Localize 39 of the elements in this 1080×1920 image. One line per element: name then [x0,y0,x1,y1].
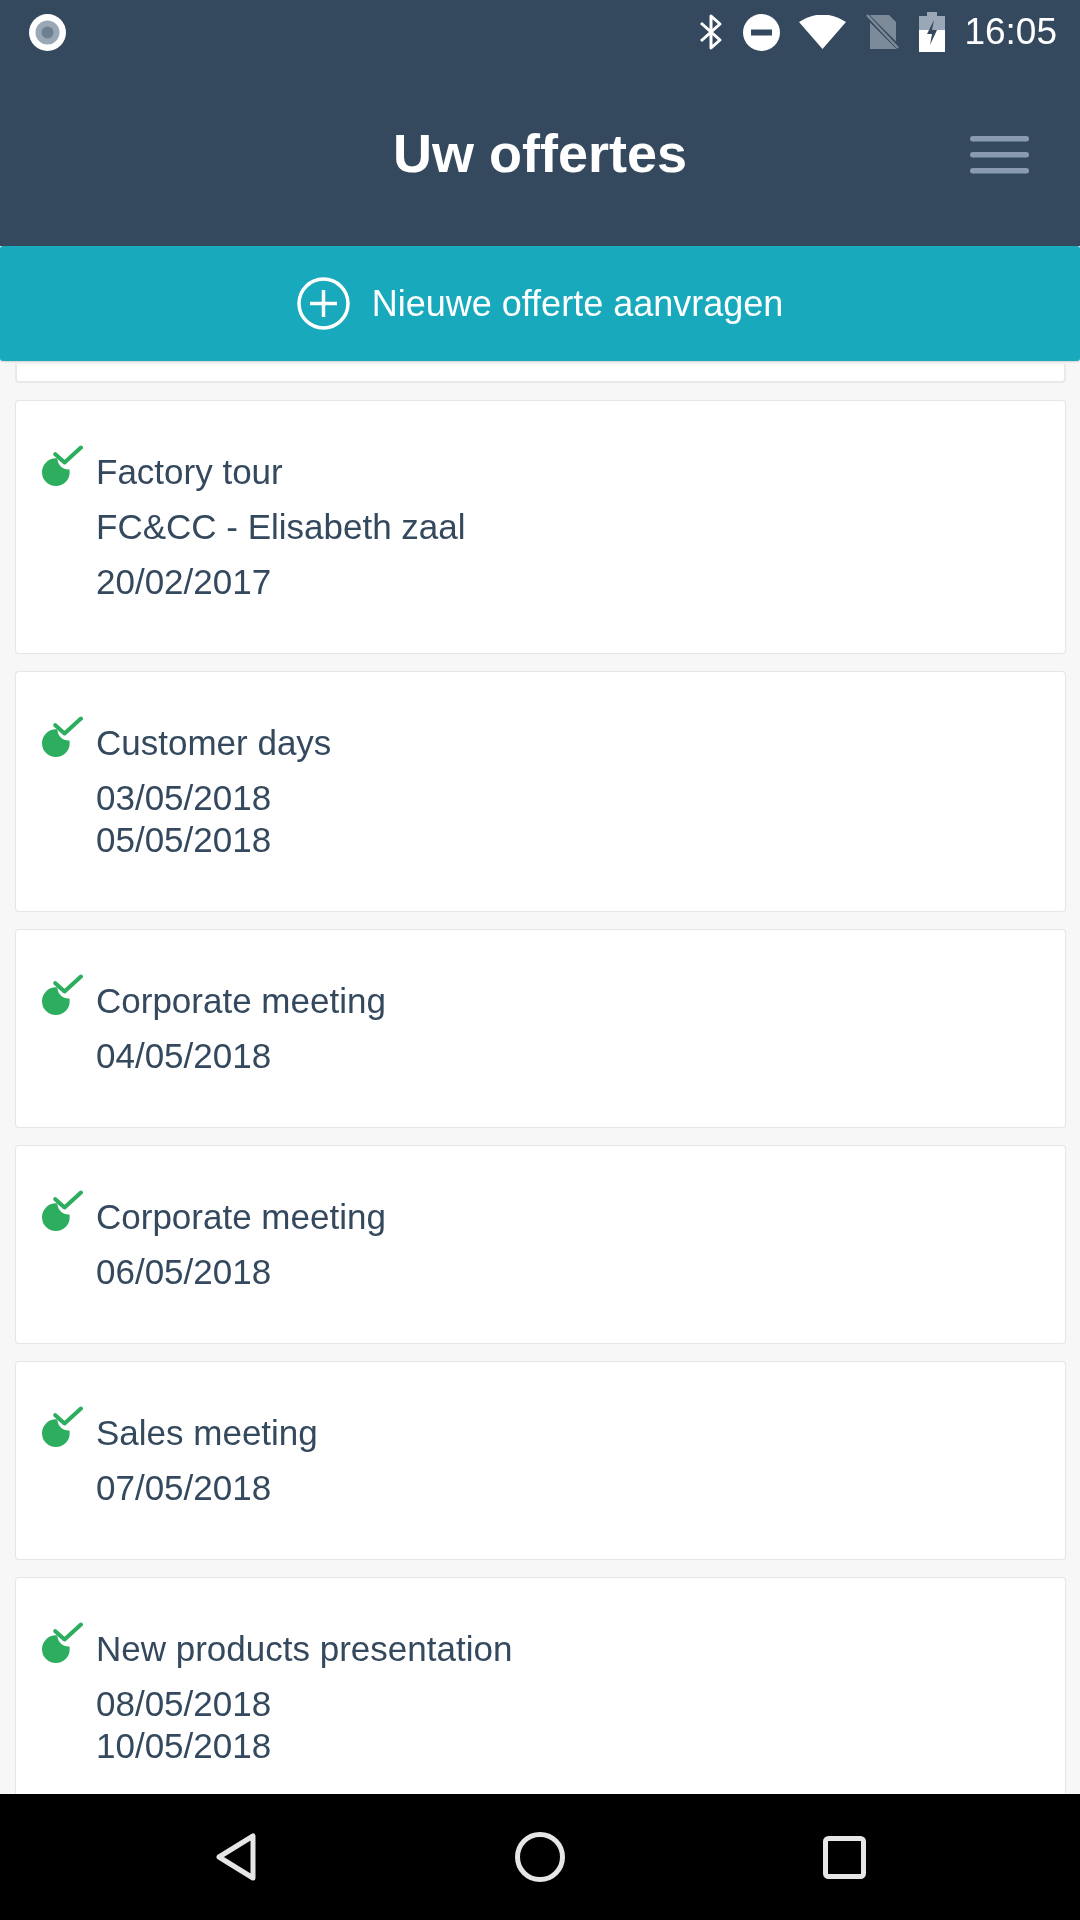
clock-time: 16:05 [964,10,1057,54]
check-icon [42,1190,83,1231]
quote-card[interactable]: Customer days 03/05/2018 05/05/2018 [15,671,1066,912]
quote-title: Customer days [96,722,332,764]
quote-date: 06/05/2018 [96,1251,273,1293]
quote-title: Factory tour [96,451,284,493]
quote-date: 08/05/2018 [96,1683,273,1725]
quote-card[interactable]: New products presentation 08/05/2018 10/05/2018 [15,1577,1066,1794]
quote-card[interactable]: Corporate meeting 04/05/2018 [15,929,1066,1128]
do-not-disturb-icon [743,13,781,51]
check-icon [42,1622,83,1663]
plus-circle-icon [296,277,350,330]
no-sim-icon [865,14,901,50]
quote-title: Corporate meeting [96,980,386,1022]
quote-date: 07/05/2018 [96,1467,273,1509]
wifi-icon [799,15,847,49]
check-icon [42,445,83,486]
quote-date: 20/02/2017 [96,561,273,603]
quote-date: 05/05/2018 [96,819,273,861]
quote-date: 04/05/2018 [96,1035,273,1077]
quote-card[interactable]: Sales meeting 07/05/2018 [15,1361,1066,1560]
recents-icon[interactable] [822,1835,866,1879]
quote-card[interactable]: Corporate meeting 06/05/2018 [15,1145,1066,1344]
back-icon[interactable] [215,1833,257,1881]
page-title: Uw offertes [392,123,687,183]
quote-title: Sales meeting [96,1412,318,1454]
circle-dot-icon [29,13,66,51]
quote-title: New products presentation [96,1628,513,1670]
quote-location: FC&CC - Elisabeth zaal [96,506,466,548]
quote-title: Corporate meeting [96,1196,386,1238]
menu-icon[interactable] [970,136,1029,174]
quote-card[interactable]: Factory tour FC&CC - Elisabeth zaal 20/02/2017 [15,400,1066,654]
check-icon [42,974,83,1015]
home-icon[interactable] [515,1832,565,1882]
battery-charging-icon [919,12,946,52]
check-icon [42,1406,83,1447]
quote-date: 03/05/2018 [96,777,273,819]
quote-date: 10/05/2018 [96,1725,273,1767]
check-icon [42,716,83,757]
